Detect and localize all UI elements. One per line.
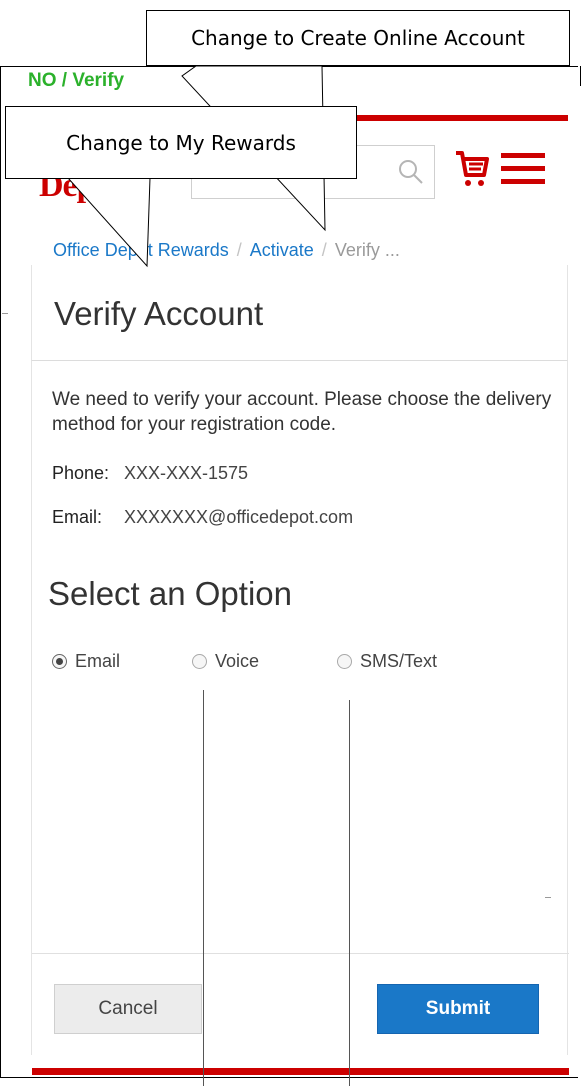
option-voice[interactable]: Voice [192, 651, 259, 672]
radio-voice[interactable] [192, 654, 207, 669]
breadcrumb-separator: / [321, 240, 327, 260]
phone-value: XXX-XXX-1575 [124, 463, 249, 483]
option-voice-label: Voice [215, 651, 260, 671]
margin-tick [545, 897, 551, 898]
mobile-viewport: Depot Office Depot Rewards / Activate / Veri… [31, 115, 569, 1075]
guide-line [203, 690, 204, 1086]
intro-text: We need to verify your account. Please c… [52, 389, 552, 435]
radio-email[interactable] [52, 654, 67, 669]
breadcrumb-separator: / [236, 240, 242, 260]
breadcrumb-rewards-link[interactable]: Office Depot Rewards [53, 240, 229, 260]
submit-button[interactable]: Submit [377, 984, 539, 1034]
cart-icon[interactable] [454, 149, 490, 189]
email-row: Email: XXXXXXX@officedepot.com [52, 507, 353, 528]
breadcrumb-current: Verify ... [334, 240, 400, 260]
verify-form: We need to verify your account. Please c… [31, 361, 569, 1075]
page-title: Verify Account [54, 295, 264, 332]
search-icon[interactable] [398, 159, 424, 185]
option-sms-label: SMS/Text [360, 651, 438, 671]
status-note: NO / Verify [28, 70, 125, 91]
footer-accent-bar [32, 1068, 569, 1075]
callout-my-rewards: Change to My Rewards [5, 106, 357, 179]
option-sms[interactable]: SMS/Text [337, 651, 437, 672]
guide-line [349, 700, 350, 1086]
margin-tick [2, 313, 8, 314]
breadcrumb-activate-link[interactable]: Activate [250, 240, 314, 260]
footer-divider [32, 953, 569, 954]
option-email[interactable]: Email [52, 651, 120, 672]
title-section: Verify Account [31, 265, 568, 361]
callout-create-online-account: Change to Create Online Account [146, 10, 570, 66]
phone-row: Phone: XXX-XXX-1575 [52, 463, 248, 484]
email-value: XXXXXXX@officedepot.com [124, 507, 354, 527]
frame-edge [580, 66, 581, 86]
hamburger-menu-icon[interactable] [501, 153, 545, 185]
email-label: Email: [52, 507, 103, 527]
phone-label: Phone: [52, 463, 110, 483]
cancel-button[interactable]: Cancel [54, 984, 202, 1034]
option-email-label: Email [75, 651, 121, 671]
radio-sms[interactable] [337, 654, 352, 669]
options-heading: Select an Option [48, 575, 292, 612]
breadcrumb: Office Depot Rewards / Activate / Verify ... [53, 240, 400, 261]
